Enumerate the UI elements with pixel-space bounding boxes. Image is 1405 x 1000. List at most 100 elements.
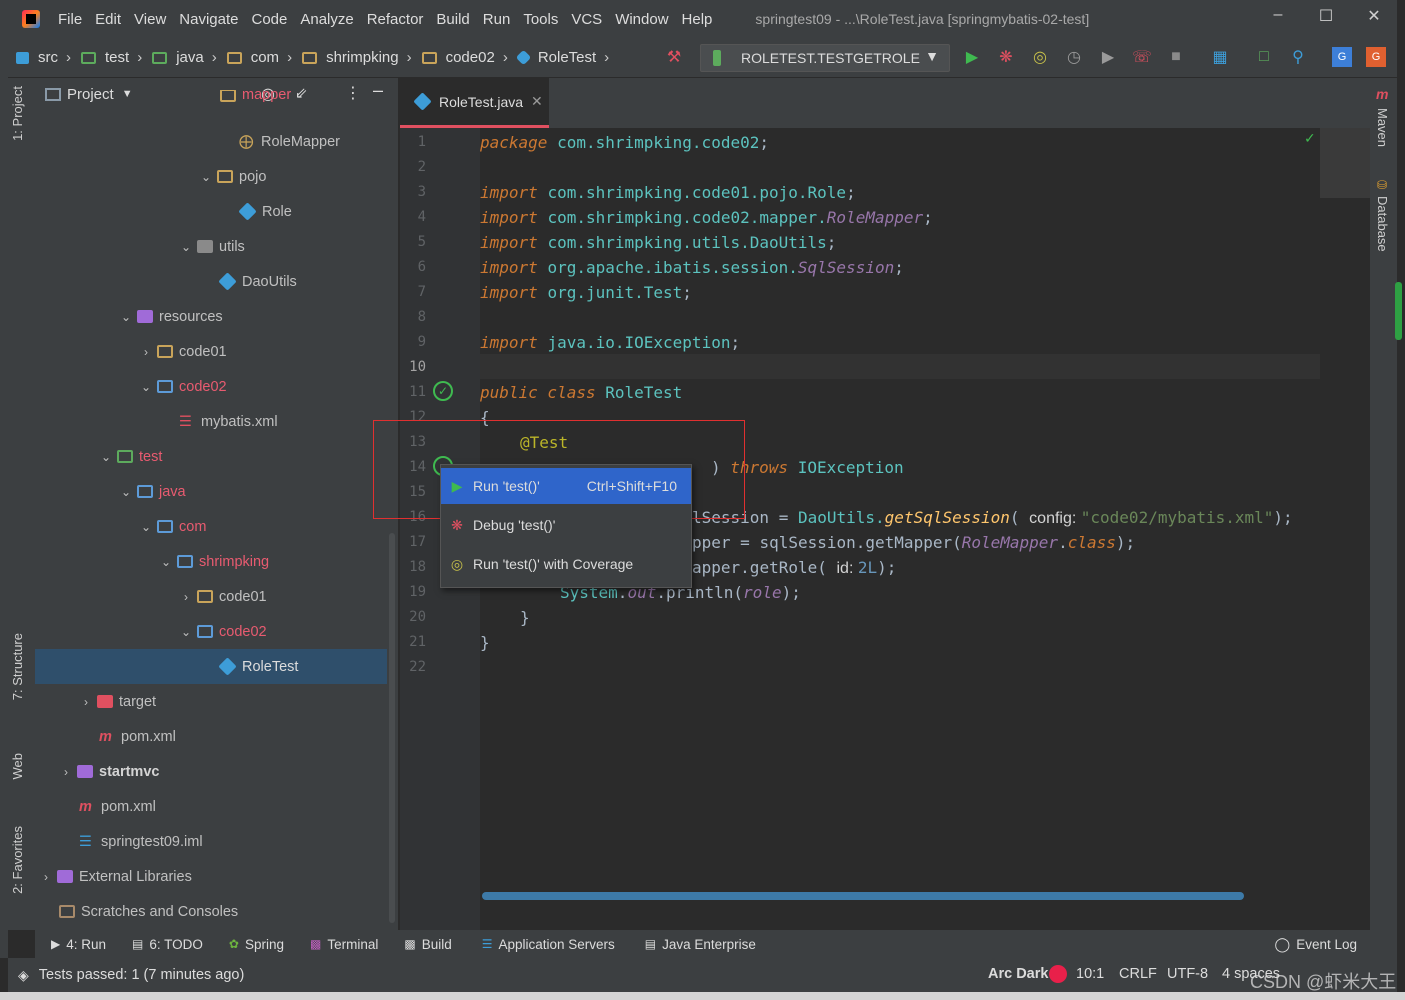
project-structure-icon[interactable]: ▦ bbox=[1210, 47, 1230, 67]
tree-item-mapper[interactable]: mapper bbox=[35, 90, 387, 114]
menu-build[interactable]: Build bbox=[436, 11, 469, 28]
breadcrumb-com[interactable]: com › bbox=[226, 49, 302, 66]
code-line-21[interactable]: } bbox=[480, 630, 490, 655]
vertical-scrollbar-thumb[interactable] bbox=[1395, 282, 1402, 340]
chevron-down-icon[interactable]: ⌄ bbox=[159, 555, 173, 569]
tree-item-daoutils[interactable]: DaoUtils bbox=[35, 264, 387, 299]
translate-icon[interactable]: G bbox=[1332, 47, 1352, 67]
tree-item-pom-xml[interactable]: m pom.xml bbox=[35, 719, 387, 754]
code-line-9[interactable]: import java.io.IOException; bbox=[480, 330, 740, 355]
breadcrumb-roletest[interactable]: RoleTest › bbox=[515, 49, 619, 66]
tree-item-mybatis-xml[interactable]: ☰ mybatis.xml bbox=[35, 404, 387, 439]
run-test-class-icon[interactable]: ✓ bbox=[433, 381, 453, 401]
tree-item-root-pom-xml[interactable]: m pom.xml bbox=[35, 789, 387, 824]
code-line-11[interactable]: public class RoleTest bbox=[480, 380, 682, 405]
breadcrumb-code02[interactable]: code02 › bbox=[421, 49, 518, 66]
popup-run-coverage[interactable]: ◎ Run 'test()' with Coverage bbox=[441, 546, 691, 582]
tree-item-com[interactable]: ⌄ com bbox=[35, 509, 387, 544]
tool-java-enterprise[interactable]: ▤ Java Enterprise bbox=[645, 937, 756, 952]
breadcrumb-test[interactable]: test › bbox=[81, 49, 152, 66]
run-gray-icon[interactable]: ▶ bbox=[1098, 47, 1118, 67]
tree-item-code02[interactable]: ⌄ code02 bbox=[35, 369, 387, 404]
popup-run-test[interactable]: ▶ Run 'test()' Ctrl+Shift+F10 bbox=[441, 468, 691, 504]
menu-file[interactable]: File bbox=[58, 11, 82, 28]
menu-analyze[interactable]: Analyze bbox=[300, 11, 353, 28]
horizontal-scrollbar[interactable] bbox=[482, 892, 1244, 900]
tool-build[interactable]: ▩ Build bbox=[404, 937, 451, 952]
chevron-right-icon[interactable]: › bbox=[59, 765, 73, 779]
tool-terminal[interactable]: ▩ Terminal bbox=[310, 937, 378, 952]
chevron-down-icon[interactable]: ⌄ bbox=[119, 485, 133, 499]
tree-item-roletest[interactable]: RoleTest bbox=[35, 649, 387, 684]
run-icon[interactable]: ▶ bbox=[962, 47, 982, 67]
tree-item-code01[interactable]: › code01 bbox=[35, 334, 387, 369]
no-problems-check-icon[interactable]: ✓ bbox=[1304, 130, 1316, 147]
tool-window-maven[interactable]: Maven bbox=[1375, 108, 1390, 147]
tree-item-resources[interactable]: ⌄ resources bbox=[35, 299, 387, 334]
menu-tools[interactable]: Tools bbox=[523, 11, 558, 28]
theme-indicator[interactable]: Arc Dark bbox=[988, 966, 1048, 982]
menu-code[interactable]: Code bbox=[251, 11, 287, 28]
menu-navigate[interactable]: Navigate bbox=[179, 11, 238, 28]
menu-window[interactable]: Window bbox=[615, 11, 668, 28]
editor-tab-roletest[interactable]: RoleTest.java ✕ bbox=[400, 78, 549, 128]
chevron-down-icon[interactable]: ⌄ bbox=[99, 450, 113, 464]
menu-vcs[interactable]: VCS bbox=[571, 11, 602, 28]
close-window-icon[interactable]: ✕ bbox=[1364, 6, 1384, 26]
code-line-16[interactable]: lSession = DaoUtils.getSqlSession( confi… bbox=[692, 505, 1293, 530]
maximize-icon[interactable]: ☐ bbox=[1316, 6, 1336, 26]
code-line-20[interactable]: } bbox=[520, 605, 530, 630]
tests-status-icon[interactable]: ◈ bbox=[18, 967, 29, 984]
chevron-down-icon[interactable]: ⌄ bbox=[119, 310, 133, 324]
chevron-right-icon[interactable]: › bbox=[179, 590, 193, 604]
close-tab-icon[interactable]: ✕ bbox=[531, 93, 543, 110]
tool-event-log[interactable]: ◯ Event Log bbox=[1275, 936, 1357, 953]
chevron-down-icon[interactable]: ⌄ bbox=[139, 520, 153, 534]
coverage-icon[interactable]: ◎ bbox=[1030, 47, 1050, 67]
code-line-17[interactable]: pper = sqlSession.getMapper(RoleMapper.c… bbox=[692, 530, 1135, 555]
tree-item-role[interactable]: Role bbox=[35, 194, 387, 229]
tool-application-servers[interactable]: ☰ Application Servers bbox=[482, 937, 615, 952]
tool-window-project[interactable]: 1: Project bbox=[10, 86, 25, 141]
stop-icon[interactable]: ■ bbox=[1166, 47, 1186, 67]
chevron-down-icon[interactable]: ⌄ bbox=[179, 240, 193, 254]
caret-position[interactable]: 10:1 bbox=[1076, 966, 1104, 982]
code-line-4[interactable]: import com.shrimpking.code02.mapper.Role… bbox=[480, 205, 933, 230]
menu-edit[interactable]: Edit bbox=[95, 11, 121, 28]
tree-item-test-code01[interactable]: › code01 bbox=[35, 579, 387, 614]
tree-item-scratches[interactable]: Scratches and Consoles bbox=[35, 894, 387, 929]
terminal-icon[interactable]: □ bbox=[1254, 47, 1274, 67]
menu-view[interactable]: View bbox=[134, 11, 166, 28]
chevron-right-icon[interactable]: › bbox=[139, 345, 153, 359]
chevron-down-icon[interactable]: ⌄ bbox=[199, 170, 213, 184]
code-line-18[interactable]: apper.getRole( id: 2L); bbox=[692, 555, 896, 580]
tree-item-rolemapper[interactable]: ⨁ RoleMapper bbox=[35, 124, 387, 159]
minimize-icon[interactable]: – bbox=[1268, 6, 1288, 24]
breadcrumb-shrimpking[interactable]: shrimpking › bbox=[302, 49, 422, 66]
code-line-7[interactable]: import org.junit.Test; bbox=[480, 280, 692, 305]
tree-item-startmvc[interactable]: › startmvc bbox=[35, 754, 387, 789]
chevron-right-icon[interactable]: › bbox=[79, 695, 93, 709]
tree-item-target[interactable]: › target bbox=[35, 684, 387, 719]
tree-item-external-libraries[interactable]: › External Libraries bbox=[35, 859, 387, 894]
tree-item-shrimpking[interactable]: ⌄ shrimpking bbox=[35, 544, 387, 579]
search-icon[interactable]: ⚲ bbox=[1288, 47, 1308, 67]
line-separator[interactable]: CRLF bbox=[1119, 966, 1157, 982]
tool-window-structure[interactable]: 7: Structure bbox=[10, 633, 25, 700]
tool-window-database[interactable]: Database bbox=[1375, 196, 1390, 252]
tree-item-iml[interactable]: ☰ springtest09.iml bbox=[35, 824, 387, 859]
file-encoding[interactable]: UTF-8 bbox=[1167, 966, 1208, 982]
code-line-6[interactable]: import org.apache.ibatis.session.SqlSess… bbox=[480, 255, 904, 280]
translate-alt-icon[interactable]: G bbox=[1366, 47, 1386, 67]
debug-icon[interactable]: ❋ bbox=[996, 47, 1016, 67]
tree-item-test-code02[interactable]: ⌄ code02 bbox=[35, 614, 387, 649]
tool-window-web[interactable]: Web bbox=[10, 753, 25, 780]
breadcrumb-src[interactable]: src › bbox=[16, 49, 81, 66]
tree-item-test[interactable]: ⌄ test bbox=[35, 439, 387, 474]
tree-item-java[interactable]: ⌄ java bbox=[35, 474, 387, 509]
tool-run[interactable]: ▶ 4: Run bbox=[51, 937, 106, 952]
tree-item-pojo[interactable]: ⌄ pojo bbox=[35, 159, 387, 194]
attach-debugger-icon[interactable]: ☏ bbox=[1132, 47, 1152, 67]
tool-window-favorites[interactable]: 2: Favorites bbox=[10, 826, 25, 894]
chevron-down-icon[interactable]: ⌄ bbox=[139, 380, 153, 394]
